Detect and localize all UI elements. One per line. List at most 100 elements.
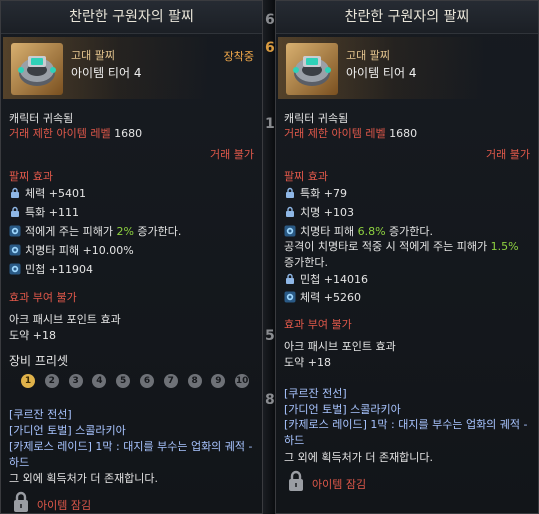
- background-gap: [263, 0, 275, 514]
- bound-text: 캐릭터 귀속됨: [9, 112, 74, 125]
- item-tier: 아이템 티어 4: [346, 66, 417, 80]
- ark-value: 도약 +18: [9, 329, 56, 342]
- effect-value: 2%: [116, 225, 134, 238]
- stat-row: 특화 +111: [9, 204, 79, 220]
- gem-icon: [284, 225, 296, 237]
- stat-text: 특화 +111: [25, 206, 79, 219]
- effect-text: 공격이 치명타로 적중 시 적에게 주는 피해가: [284, 240, 491, 253]
- more-sources: 그 외에 획득처가 더 존재합니다.: [284, 451, 434, 464]
- effects-title: 팔찌 효과: [9, 170, 53, 183]
- stat-row: 체력 +5260: [284, 289, 361, 305]
- preset-button[interactable]: 10: [235, 374, 250, 388]
- bound-text: 캐릭터 귀속됨: [284, 112, 349, 125]
- item-tier: 아이템 티어 4: [71, 66, 142, 80]
- ark-value: 도약 +18: [284, 356, 331, 369]
- effect-text: 민첩 +11904: [25, 263, 93, 276]
- effect-paragraph: 공격이 치명타로 적중 시 적에게 주는 피해가 1.5% 증가한다.: [284, 239, 529, 271]
- more-sources: 그 외에 획득처가 더 존재합니다.: [9, 472, 159, 485]
- trade-level-label: 거래 제한 아이템 레벨: [9, 127, 111, 140]
- source-text: 하드: [284, 434, 305, 447]
- effect-row: 민첩 +11904: [9, 261, 93, 277]
- source-item: [카제로스 레이드] 1막 : 대지를 부수는 업화의 궤적 - 하드: [284, 417, 529, 449]
- item-title: 찬란한 구원자의 팔찌: [1, 1, 262, 34]
- stat-row: 치명 +103: [284, 204, 354, 220]
- lock-icon: [9, 206, 21, 218]
- item-title: 찬란한 구원자의 팔찌: [276, 1, 538, 34]
- preset-button[interactable]: 2: [44, 374, 59, 388]
- item-grade: 고대 팔찌: [346, 49, 390, 62]
- trade-level: 거래 제한 아이템 레벨 1680: [9, 125, 142, 141]
- grant-status: 효과 부여 불가: [9, 291, 77, 304]
- preset-button[interactable]: 1: [21, 374, 35, 388]
- lock-icon: [284, 273, 296, 285]
- bracelet-icon: [286, 43, 338, 95]
- stat-row: 민첩 +14016: [284, 271, 368, 287]
- preset-button[interactable]: 5: [116, 374, 131, 388]
- gem-icon: [9, 263, 21, 275]
- preset-button[interactable]: 8: [187, 374, 202, 388]
- preset-button[interactable]: 7: [163, 374, 178, 388]
- background-text: 6: [265, 40, 275, 56]
- source-item: [쿠르잔 전선]: [9, 408, 72, 421]
- item-header: 고대 팔찌 아이템 티어 4: [278, 37, 536, 99]
- preset-button[interactable]: 3: [68, 374, 83, 388]
- effect-value: 6.8%: [357, 225, 386, 238]
- trade-level-label: 거래 제한 아이템 레벨: [284, 127, 386, 140]
- preset-button[interactable]: 4: [92, 374, 107, 388]
- item-header: 고대 팔찌 아이템 티어 4 장착중: [3, 37, 260, 99]
- ark-title: 아크 패시브 포인트 효과: [284, 340, 396, 353]
- source-text: [카제로스 레이드] 1막 : 대지를 부수는 업화의 궤적 -: [284, 418, 528, 431]
- source-item: [가디언 토벌] 스콜라키아: [284, 403, 401, 416]
- ark-title: 아크 패시브 포인트 효과: [9, 313, 121, 326]
- trade-level-value: 1680: [389, 127, 418, 140]
- source-item: [카제로스 레이드] 1막 : 대지를 부수는 업화의 궤적 -: [9, 440, 253, 453]
- background-text: 6: [265, 12, 275, 28]
- gem-icon: [9, 244, 21, 256]
- lock-icon: [284, 187, 296, 199]
- equipped-badge: 장착중: [223, 50, 254, 63]
- trade-status: 거래 불가: [210, 148, 254, 161]
- background-text: 8: [265, 392, 275, 408]
- gem-icon: [284, 291, 296, 303]
- source-item: 하드: [9, 456, 30, 469]
- stat-row: 체력 +5401: [9, 185, 86, 201]
- source-item: [가디언 토벌] 스콜라키아: [9, 424, 126, 437]
- trade-level-value: 1680: [114, 127, 143, 140]
- effects-title: 팔찌 효과: [284, 170, 328, 183]
- tooltip-panel-right: 찬란한 구원자의 팔찌 고대 팔찌 아이템 티어 4 캐릭터 귀속됨 거래 제한…: [275, 0, 539, 514]
- effect-text-end: 증가한다.: [284, 256, 328, 269]
- background-text: 5: [265, 328, 275, 344]
- item-locked: 아이템 잠김: [37, 499, 92, 512]
- grant-status: 효과 부여 불가: [284, 318, 352, 331]
- effect-text: 치명타 피해: [300, 225, 358, 238]
- effect-row: 적에게 주는 피해가 2% 증가한다.: [9, 223, 181, 239]
- stat-text: 민첩 +14016: [300, 273, 368, 286]
- stat-text: 특화 +79: [300, 187, 347, 200]
- stat-text: 체력 +5260: [300, 291, 361, 304]
- stat-row: 특화 +79: [284, 185, 347, 201]
- lock-icon: [284, 206, 296, 218]
- effect-text: 적에게 주는 피해가: [25, 225, 117, 238]
- item-locked: 아이템 잠김: [312, 478, 367, 491]
- stat-text: 체력 +5401: [25, 187, 86, 200]
- lock-icon: [286, 470, 306, 492]
- stat-text: 치명 +103: [300, 206, 354, 219]
- effect-value: 1.5%: [490, 240, 519, 253]
- lock-icon: [11, 491, 31, 513]
- effect-row: 치명타 피해 6.8% 증가한다.: [284, 223, 433, 239]
- preset-button[interactable]: 6: [140, 374, 154, 388]
- trade-level: 거래 제한 아이템 레벨 1680: [284, 125, 417, 141]
- tooltip-panel-left: 찬란한 구원자의 팔찌 고대 팔찌 아이템 티어 4 장착중 캐릭터 귀속됨 거…: [0, 0, 263, 514]
- effect-text-end: 증가한다.: [385, 225, 434, 238]
- trade-status: 거래 불가: [486, 148, 530, 161]
- gem-icon: [9, 225, 21, 237]
- bracelet-icon: [11, 43, 63, 95]
- effect-text: 치명타 피해 +10.00%: [25, 244, 134, 257]
- source-item: [쿠르잔 전선]: [284, 387, 347, 400]
- preset-button[interactable]: 9: [211, 374, 226, 388]
- lock-icon: [9, 187, 21, 199]
- preset-title: 장비 프리셋: [9, 354, 69, 368]
- item-grade: 고대 팔찌: [71, 49, 115, 62]
- effect-row: 치명타 피해 +10.00%: [9, 242, 134, 258]
- effect-text-end: 증가한다.: [133, 225, 182, 238]
